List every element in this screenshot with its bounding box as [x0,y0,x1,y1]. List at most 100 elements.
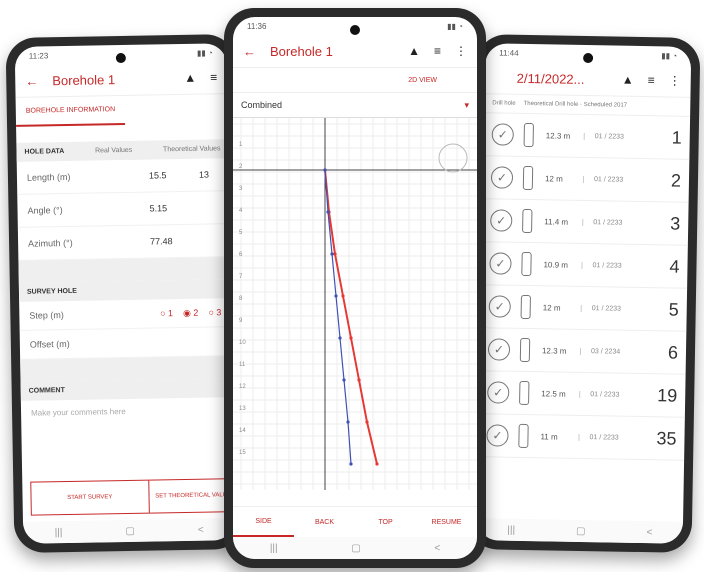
app-bar: 2/11/2022... ▲ ≡ ⋮ [484,61,692,98]
y-tick-label: 11 [239,362,246,368]
set-theoretical-button[interactable]: SET THEORETICAL VALUES ON PAPER [148,477,236,514]
length-row: Length (m) 15.5 13 [16,158,230,195]
list-item[interactable]: ✓ 11.4 m 01 / 2233 3 [481,199,689,246]
series-line-0 [324,169,378,465]
list-item[interactable]: ✓ 12 m 01 / 2233 5 [480,285,688,332]
data-point [330,252,334,256]
borehole-chart[interactable]: 123456789101112131415 [233,118,477,490]
check-circle-icon[interactable]: ✓ [487,381,510,404]
center-phone: 11:36 ▮▮ ◔ ← Borehole 1 ▲ ≡ ⋮ 2D VIEW Co… [224,8,486,568]
back-arrow-icon[interactable]: ← [25,73,38,88]
filter-drill-hole[interactable]: Drill hole [492,100,515,106]
warning-icon[interactable]: ▲ [184,71,196,85]
warning-icon[interactable]: ▲ [622,73,634,87]
y-tick-label: 15 [239,450,246,456]
home-icon[interactable]: ▢ [125,525,135,536]
step-radio-1[interactable]: ○ 1 [160,308,173,318]
filter-icon[interactable]: ≡ [434,44,441,58]
right-phone: 11:44 ▮▮ ◔ 2/11/2022... ▲ ≡ ⋮ Drill hole… [467,34,701,553]
tube-icon [520,294,531,320]
offset-label[interactable]: Offset (m) [30,339,70,350]
tab-borehole-information[interactable]: BOREHOLE INFORMATION [15,95,126,127]
page-title: Borehole 1 [270,43,333,59]
system-nav-bar: ||| ▢ < [233,537,477,559]
step-radio-2[interactable]: ◉ 2 [183,307,199,318]
check-circle-icon[interactable]: ✓ [486,424,509,447]
check-circle-icon[interactable]: ✓ [490,209,513,232]
data-point [349,336,353,340]
data-point [365,420,369,424]
view-dropdown[interactable]: Combined ▾ [233,93,477,118]
check-circle-icon[interactable]: ✓ [487,338,511,361]
filter-theoretical[interactable]: Theoretical Drill hole · Scheduled 2017 [524,101,627,109]
page-title: Borehole 1 [52,71,116,88]
back-icon[interactable]: < [646,527,652,538]
start-survey-button[interactable]: START SURVEY [30,479,150,516]
list-item[interactable]: ✓ 12.3 m 03 / 2234 6 [479,328,687,375]
battery-icon: ▮▮ ◔ [447,21,463,31]
dropdown-value: Combined [241,100,283,110]
length-theoretical[interactable]: 13 [199,169,219,180]
more-icon[interactable]: ⋮ [669,73,681,87]
data-point [346,420,350,424]
list-item[interactable]: ✓ 10.9 m 01 / 2233 4 [481,242,688,289]
check-circle-icon[interactable]: ✓ [488,295,511,318]
system-nav-bar: ||| ▢ < [476,518,684,544]
y-tick-label: 3 [239,186,243,192]
filter-icon[interactable]: ≡ [648,73,655,87]
data-point [349,462,353,466]
front-camera [115,52,126,64]
view-toggle: 2D VIEW [233,68,477,93]
list-item[interactable]: ✓ 12.5 m 01 / 2233 19 [478,371,686,418]
y-tick-label: 13 [239,406,246,412]
status-time: 11:44 [499,47,519,58]
data-point [338,336,342,340]
check-circle-icon[interactable]: ✓ [491,123,514,146]
item-length: 11 m [540,431,558,442]
back-icon[interactable]: < [434,543,440,554]
recents-icon[interactable]: ||| [270,543,278,554]
item-number: 4 [669,255,680,277]
offset-row: Offset (m) [19,327,233,360]
tube-icon [519,380,530,406]
step-radio-3[interactable]: ○ 3 [208,307,221,317]
real-values-col: Real Values [94,146,133,155]
check-circle-icon[interactable]: ✓ [489,252,512,275]
y-tick-label: 2 [239,164,243,170]
length-value[interactable]: 15.5 [149,170,199,180]
recents-icon[interactable]: ||| [507,524,515,535]
item-number: 1 [671,127,682,148]
2d-view-button[interactable]: 2D VIEW [408,77,437,84]
angle-label: Angle (°) [27,205,63,216]
system-nav-bar: ||| ▢ < [22,518,236,544]
more-icon[interactable]: ⋮ [455,44,467,58]
back-arrow-icon[interactable]: ← [243,44,256,59]
home-icon[interactable]: ▢ [576,525,586,536]
check-circle-icon[interactable]: ✓ [490,166,514,189]
borehole-list: ✓ 12.3 m 01 / 2233 1 ✓ 12 m 01 / 2233 2 ✓ 11.4 m 0… [478,113,691,461]
item-date: 01 / 2233 [582,218,642,227]
comment-input[interactable]: Make your comments here [21,397,234,487]
azimuth-value[interactable]: 77.48 [150,235,220,246]
y-tick-label: 14 [239,428,246,434]
tab-resume[interactable]: RESUME [416,507,477,537]
item-number: 2 [670,170,682,191]
recents-icon[interactable]: ||| [55,527,63,538]
tab-side[interactable]: SIDE [233,507,294,537]
list-item[interactable]: ✓ 11 m 01 / 2233 35 [478,414,685,461]
list-item[interactable]: ✓ 12.3 m 01 / 2233 1 [483,113,691,160]
warning-icon[interactable]: ▲ [408,44,420,58]
list-item[interactable]: ✓ 12 m 01 / 2233 2 [482,156,690,203]
step-option-3: 3 [216,307,222,318]
tab-top[interactable]: TOP [355,507,416,537]
filter-icon[interactable]: ≡ [210,70,217,84]
angle-value[interactable]: 5.15 [149,202,219,213]
data-point [342,378,346,382]
tab-back[interactable]: BACK [294,507,355,537]
azimuth-label: Azimuth (°) [28,237,73,249]
home-icon[interactable]: ▢ [351,543,360,554]
front-camera [583,52,594,64]
data-point [341,294,345,298]
y-tick-label: 9 [239,318,243,324]
back-icon[interactable]: < [198,524,204,535]
